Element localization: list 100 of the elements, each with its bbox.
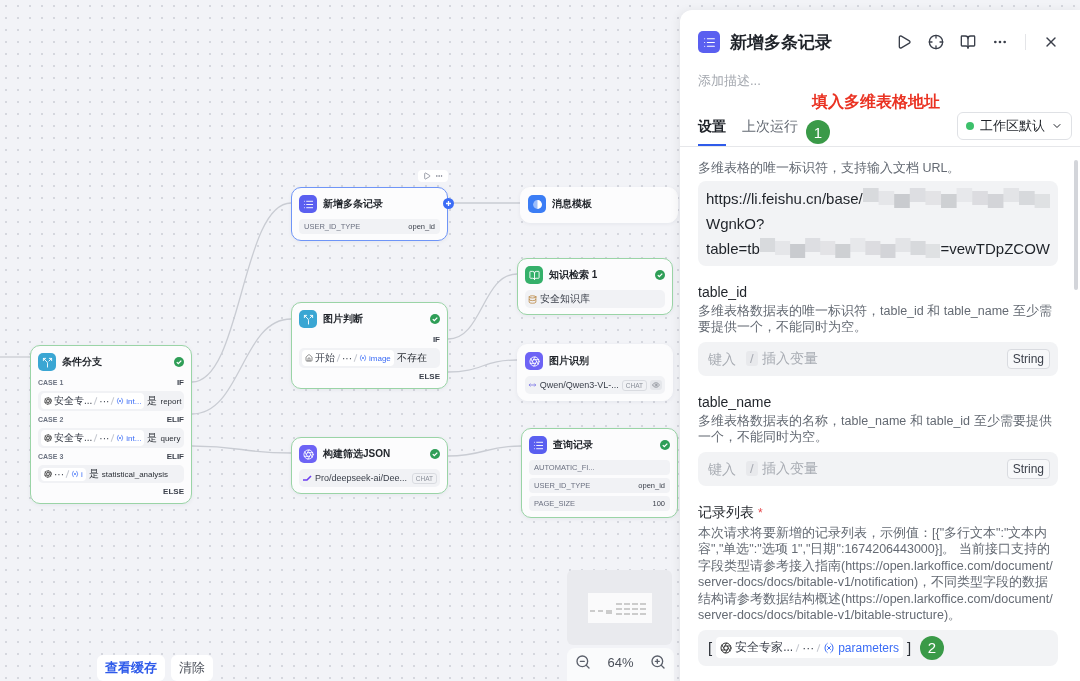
panel-title: 新增多条记录 bbox=[730, 31, 833, 54]
shortcut-key: / bbox=[746, 461, 758, 476]
branch-label: ELIF bbox=[166, 452, 184, 461]
node-title: 知识检索 1 bbox=[549, 268, 599, 282]
field-label: table_id bbox=[698, 283, 749, 300]
variable-icon bbox=[71, 470, 79, 478]
condition-value: query bbox=[160, 433, 181, 443]
workflow-node[interactable]: 图片判断 IF 开始 ··· image 不存在 ELSE bbox=[291, 302, 448, 389]
connector bbox=[447, 359, 518, 373]
branch-label: IF bbox=[432, 335, 440, 344]
path-text: 开始 bbox=[315, 351, 335, 365]
cache-button[interactable]: 查看缓存 bbox=[97, 655, 165, 681]
minimap-preview-drawing bbox=[587, 592, 652, 623]
node-icon bbox=[299, 310, 317, 328]
zoom-level: 64% bbox=[607, 654, 634, 672]
text-input[interactable]: 键入 bbox=[706, 459, 742, 478]
database-icon bbox=[528, 294, 537, 304]
required-mark: * bbox=[758, 505, 763, 520]
node-ref-icon bbox=[44, 434, 52, 442]
bracket: ] bbox=[906, 639, 912, 656]
scope-dropdown[interactable]: 工作区默认 bbox=[957, 112, 1072, 140]
branch-label: IF bbox=[176, 378, 184, 387]
operator-text: 不存在 bbox=[396, 351, 427, 365]
cache-button[interactable]: 清除 bbox=[171, 655, 213, 681]
node-title: 消息模板 bbox=[552, 197, 593, 211]
path-text: ··· bbox=[54, 468, 64, 480]
home-icon bbox=[305, 354, 313, 362]
node-ref-icon bbox=[44, 470, 52, 478]
variable-name: i bbox=[81, 469, 83, 479]
node-icon bbox=[299, 195, 317, 213]
variable-name: image bbox=[369, 353, 391, 363]
path-text: 安全专... bbox=[54, 431, 93, 445]
field-description: 本次请求将要新增的记录列表，示例值：[{"多行文本":"文本内容","单选":"选项 1","日期":1674206443000}]。 当前接口支持的字段类型请参考接入指南(https://open.larkoffice.com/document/server-docs/docs/bitable-v1/notification)，不同类型字段的数据结构请参考数据结构概述(https://open.larkoffice.com/document/server-docs/docs/bitable-v1/bitable-structure)。 bbox=[698, 524, 1054, 624]
operator-text: 是 bbox=[88, 467, 99, 481]
tab[interactable]: 设置 bbox=[698, 118, 726, 146]
annotation-text: 填入多维表格地址 bbox=[812, 92, 940, 113]
workflow-node[interactable]: 消息模板 bbox=[520, 187, 678, 223]
workflow-node[interactable]: 知识检索 1 安全知识库 bbox=[517, 258, 673, 315]
operator-text: 是 bbox=[147, 394, 158, 408]
node-icon bbox=[299, 445, 317, 463]
operator-text: 是 bbox=[147, 431, 158, 445]
variable-icon bbox=[116, 397, 125, 405]
path-text: 安全专家... bbox=[735, 639, 794, 656]
connector bbox=[447, 273, 518, 340]
step-badge: 2 bbox=[920, 635, 944, 660]
condition-value: statistical_analysis bbox=[101, 469, 169, 479]
path-text: ··· bbox=[802, 640, 815, 655]
url-text: =vewTDpZCOW bbox=[940, 239, 1050, 257]
status-dot bbox=[966, 122, 974, 130]
tab[interactable]: 上次运行 bbox=[742, 118, 798, 146]
path-text: ··· bbox=[342, 352, 352, 364]
node-title: 条件分支 bbox=[62, 355, 103, 369]
table-icon bbox=[698, 31, 720, 53]
node-title: 图片识别 bbox=[549, 354, 590, 368]
type-tag: String bbox=[1006, 458, 1050, 479]
step-badge: 1 bbox=[806, 120, 830, 144]
model-name: Pro/deepseek-ai/Dee... bbox=[315, 473, 408, 483]
node-title: 构建筛选JSON bbox=[323, 447, 392, 461]
condition-value: report bbox=[160, 396, 182, 406]
shortcut-key: / bbox=[746, 351, 758, 366]
field-label: table_name bbox=[698, 393, 773, 410]
field-label-text: 记录列表 bbox=[698, 503, 754, 520]
node-icon bbox=[528, 195, 546, 213]
text-input[interactable]: 键入 bbox=[706, 349, 742, 368]
path-text: ··· bbox=[99, 395, 110, 407]
model-name: Qwen/Qwen3-VL-... bbox=[539, 380, 619, 390]
node-ref-icon bbox=[44, 397, 52, 405]
path-text: 安全专... bbox=[54, 394, 93, 408]
insert-variable-hint: 插入变量 bbox=[761, 349, 819, 368]
scope-label: 工作区默认 bbox=[980, 117, 1045, 135]
text-input-field[interactable]: 键入 / 插入变量 String bbox=[698, 451, 1058, 486]
variable-icon bbox=[116, 434, 125, 442]
path-text: ··· bbox=[99, 432, 110, 444]
variable-name: int... bbox=[126, 396, 142, 406]
url-field[interactable]: https://li.feishu.cn/base/ WgnkO? table=tb =vewTDpZCOW bbox=[698, 180, 1058, 266]
node-title: 查询记录 bbox=[553, 438, 594, 452]
branch-label: ELSE bbox=[419, 372, 440, 381]
url-text: table=tb bbox=[706, 239, 760, 257]
node-icon bbox=[529, 436, 547, 454]
node-icon bbox=[525, 266, 543, 284]
reference-field[interactable]: [ 安全专家... ··· parameters ] 2 bbox=[698, 629, 1058, 666]
variable-icon bbox=[359, 354, 367, 362]
url-text: https://li.feishu.cn/base/ bbox=[706, 189, 863, 207]
field-description: 多维表格的唯一标识符，支持输入文档 URL。 bbox=[698, 160, 962, 177]
node-ref-icon bbox=[720, 641, 733, 654]
more-icon bbox=[435, 172, 443, 180]
insert-variable-hint: 插入变量 bbox=[761, 459, 819, 478]
add-handle[interactable] bbox=[443, 198, 454, 209]
field-description: 多维表格数据表的唯一标识符，table_id 和 table_name 至少需要提供一个，不能同时为空。 bbox=[698, 302, 1053, 336]
node-title: 新增多条记录 bbox=[323, 197, 384, 211]
zoom-out-icon[interactable] bbox=[575, 654, 592, 670]
node-title: 图片判断 bbox=[323, 312, 364, 326]
text-input-field[interactable]: 键入 / 插入变量 String bbox=[698, 341, 1058, 376]
branch-label: ELSE bbox=[163, 487, 184, 496]
zoom-in-icon[interactable] bbox=[649, 654, 666, 670]
knowledge-base-name: 安全知识库 bbox=[540, 292, 590, 306]
node-icon bbox=[38, 353, 56, 371]
variable-name: parameters bbox=[838, 640, 899, 655]
url-text: WgnkO? bbox=[706, 214, 765, 232]
play-icon bbox=[423, 172, 431, 180]
